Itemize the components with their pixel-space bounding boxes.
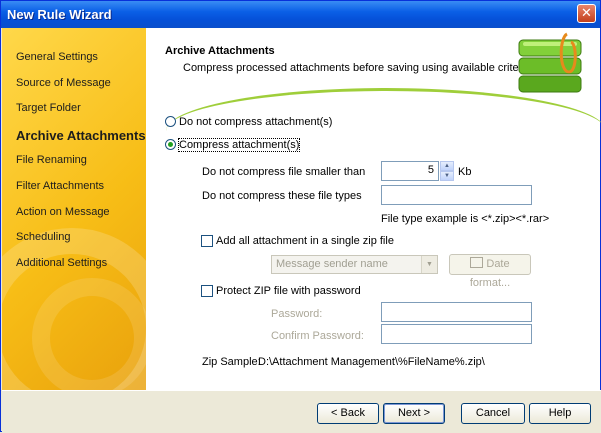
confirm-password-input[interactable] (381, 324, 532, 344)
single-zip-label[interactable]: Add all attachment in a single zip file (216, 235, 394, 247)
close-icon: ✕ (581, 5, 592, 20)
wizard-steps-sidebar: General Settings Source of Message Targe… (2, 28, 146, 390)
sidebar-item-action-on-message[interactable]: Action on Message (16, 206, 110, 218)
confirm-password-label: Confirm Password: (271, 330, 364, 342)
wizard-footer: < Back Next > Cancel Help (2, 390, 601, 433)
sidebar-decoration-inner (32, 278, 146, 390)
min-size-unit: Kb (458, 166, 472, 178)
protect-zip-checkbox[interactable] (201, 285, 213, 297)
zip-name-combo[interactable]: Message sender name ▼ (271, 255, 438, 274)
page-subtitle: Compress processed attachments before sa… (183, 62, 534, 74)
chevron-down-icon[interactable]: ▼ (421, 256, 437, 273)
compress-label[interactable]: Compress attachment(s) (177, 138, 301, 152)
sidebar-item-source-of-message[interactable]: Source of Message (16, 77, 111, 89)
spin-up-icon[interactable]: ▲ (440, 161, 454, 171)
no-compress-label[interactable]: Do not compress attachment(s) (179, 116, 332, 128)
file-type-hint: File type example is <*.zip><*.rar> (381, 213, 550, 225)
single-zip-checkbox[interactable] (201, 235, 213, 247)
close-button[interactable]: ✕ (577, 4, 596, 23)
exclude-types-input[interactable] (381, 185, 532, 205)
no-compress-radio[interactable] (165, 116, 176, 127)
content-panel: Archive Attachments Compress processed a… (146, 28, 601, 390)
back-button[interactable]: < Back (317, 403, 379, 424)
protect-zip-label[interactable]: Protect ZIP file with password (216, 285, 361, 297)
sidebar-item-additional-settings[interactable]: Additional Settings (16, 257, 107, 269)
sidebar-item-target-folder[interactable]: Target Folder (16, 102, 81, 114)
sidebar-item-scheduling[interactable]: Scheduling (16, 231, 70, 243)
archive-stack-icon (518, 32, 582, 93)
sidebar-item-archive-attachments[interactable]: Archive Attachments (16, 128, 146, 143)
min-size-label: Do not compress file smaller than (202, 166, 366, 178)
spin-down-icon[interactable]: ▼ (440, 171, 454, 181)
compress-radio[interactable] (165, 139, 176, 150)
date-format-button[interactable]: Date format... (449, 254, 531, 289)
zip-name-combo-value: Message sender name (276, 258, 388, 270)
password-input[interactable] (381, 302, 532, 322)
help-button[interactable]: Help (529, 403, 591, 424)
min-size-spinner[interactable]: ▲ ▼ (440, 161, 454, 181)
password-label: Password: (271, 308, 323, 320)
page-title: Archive Attachments (165, 45, 275, 57)
page-header: Archive Attachments Compress processed a… (146, 28, 601, 100)
sidebar-item-general-settings[interactable]: General Settings (16, 51, 98, 63)
sidebar-item-filter-attachments[interactable]: Filter Attachments (16, 180, 104, 192)
zip-sample-label: Zip Sample: (202, 356, 261, 368)
wizard-window: New Rule Wizard ✕ General Settings Sourc… (0, 0, 601, 433)
sidebar-item-file-renaming[interactable]: File Renaming (16, 154, 87, 166)
min-size-input[interactable]: 5 (381, 161, 439, 181)
next-button[interactable]: Next > (383, 403, 445, 424)
exclude-types-label: Do not compress these file types (202, 190, 362, 202)
zip-sample-value: D:\Attachment Management\%FileName%.zip\ (258, 356, 485, 368)
cancel-button[interactable]: Cancel (461, 403, 525, 424)
window-title: New Rule Wizard (7, 7, 112, 22)
calendar-icon (470, 257, 484, 268)
title-bar[interactable]: New Rule Wizard ✕ (1, 1, 600, 28)
